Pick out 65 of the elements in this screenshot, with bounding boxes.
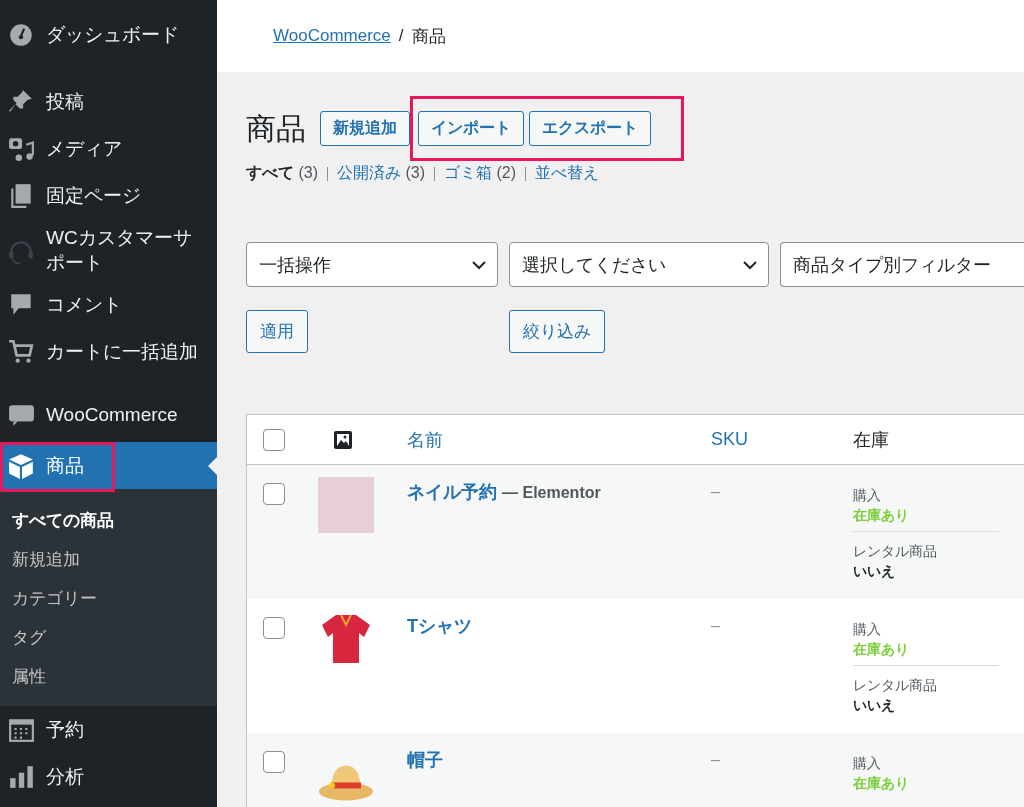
header-button[interactable]: インポート [418,111,524,146]
status-filter-link[interactable]: すべて (3) [246,163,318,184]
product-name-link[interactable]: 帽子 [407,750,443,770]
filter-button[interactable]: 絞り込み [509,310,605,353]
stock-value: 在庫あり [853,640,910,659]
breadcrumb-link[interactable]: WooCommerce [273,26,391,46]
breadcrumb-current: 商品 [411,25,446,48]
submenu-item[interactable]: 新規追加 [0,540,217,579]
sku-cell-text: – [711,751,721,769]
stock-label: レンタル商品 [853,676,938,695]
stock-value: 在庫あり [853,506,910,525]
calendar-icon [8,716,35,743]
status-filter-link[interactable]: 並べ替え [535,163,600,184]
product-name-link[interactable]: ネイル予約 [407,482,497,502]
page-title: 商品 [246,110,306,147]
submenu-item[interactable]: タグ [0,618,217,657]
menu-item[interactable]: 投稿 [0,78,217,125]
checkbox[interactable] [263,617,285,639]
caret-icon [471,259,487,270]
menu-item[interactable]: メディア [0,125,217,172]
menu-item[interactable]: 分析 [0,753,217,800]
submenu-item[interactable]: すべての商品 [0,501,217,540]
submenu-item[interactable]: 属性 [0,657,217,696]
stock-value: いいえ [853,696,896,715]
menu-item[interactable]: ダッシュボード [0,11,217,58]
bar-chart-icon [8,763,35,790]
sku-cell-text: – [711,483,721,501]
checkbox[interactable] [263,483,285,505]
checkbox[interactable] [263,428,285,451]
stock-label: 購入 [853,620,882,639]
menu-item[interactable]: 商品 [0,442,217,489]
dropdown[interactable]: 商品タイプ別フィルター [780,242,1024,287]
sku-cell-text: – [711,617,721,635]
menu-item[interactable]: コメント [0,281,217,328]
caret-icon [742,259,758,270]
dropdown[interactable]: 選択してください [509,242,769,287]
breadcrumb-separator: / [398,26,404,46]
stock-value: いいえ [853,562,896,581]
column-header[interactable]: SKU [711,429,748,449]
menu-item[interactable]: 予約 [0,706,217,753]
submenu-item[interactable]: カテゴリー [0,579,217,618]
apply-button[interactable]: 適用 [246,310,308,353]
image-icon [334,430,352,449]
gauge-icon [8,21,35,48]
box-icon [8,452,35,479]
checkbox[interactable] [263,751,285,773]
column-header: 在庫 [853,429,889,450]
menu-item[interactable]: WooCommerce [0,391,217,438]
status-filter-link[interactable]: 公開済み (3) [337,163,426,184]
status-filter-link[interactable]: ゴミ箱 (2) [444,163,517,184]
dropdown[interactable]: 一括操作 [246,242,498,287]
stock-label: 購入 [853,754,882,773]
media-icon [8,135,35,162]
header-button[interactable]: エクスポート [529,111,651,146]
product-state-label: — Elementor [502,484,601,501]
menu-item[interactable]: カートに一括追加 [0,328,217,375]
stock-label: レンタル商品 [853,542,938,561]
cart-icon [8,338,35,365]
product-name-link[interactable]: Tシャツ [407,616,472,636]
column-header[interactable]: 名前 [407,429,443,450]
menu-item[interactable]: WCカスタマーサポート [0,219,217,281]
menu-item[interactable]: 固定ページ [0,172,217,219]
header-button[interactable]: 新規追加 [320,111,410,146]
stock-label: 購入 [853,486,882,505]
stock-value: 在庫あり [853,774,910,793]
